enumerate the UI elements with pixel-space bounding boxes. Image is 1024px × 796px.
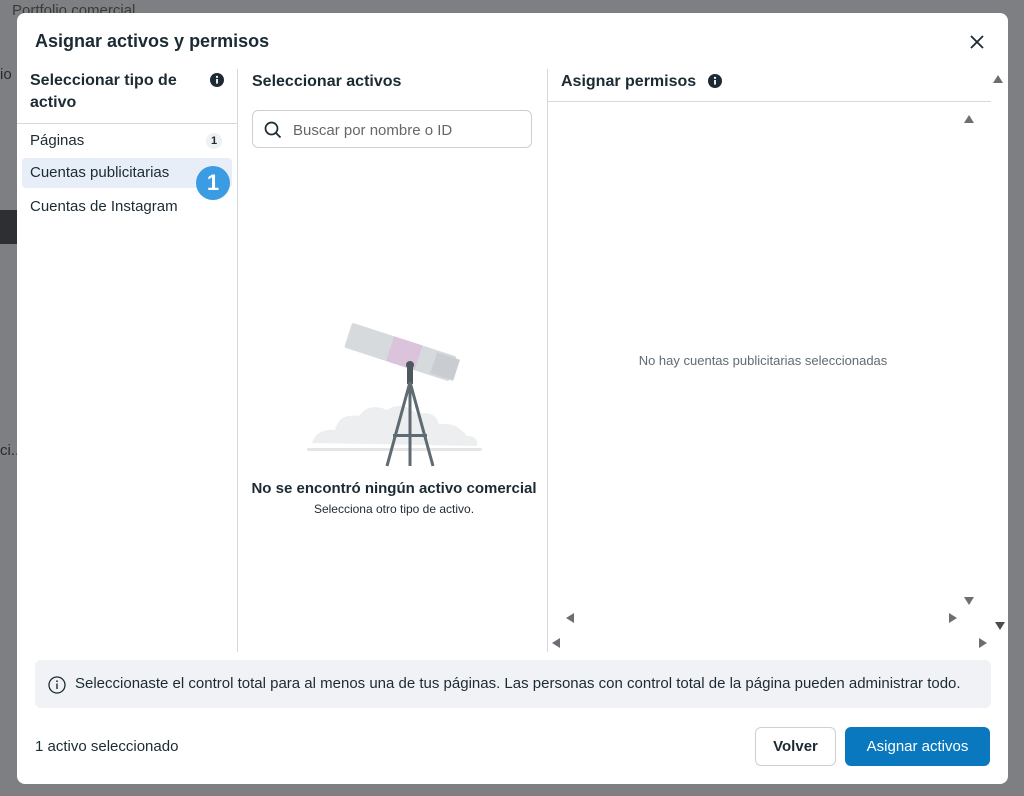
- info-icon[interactable]: [210, 73, 224, 87]
- permissions-empty-text: No hay cuentas publicitarias seleccionad…: [638, 353, 888, 368]
- asset-type-header: Seleccionar tipo de activo: [30, 72, 177, 111]
- header-divider: [548, 101, 991, 102]
- background-bar: [0, 210, 18, 244]
- scroll-down-arrow[interactable]: [964, 597, 974, 605]
- scroll-left-arrow[interactable]: [566, 613, 574, 623]
- assign-assets-button[interactable]: Asignar activos: [845, 727, 990, 766]
- telescope-illustration: [307, 323, 482, 467]
- asset-type-label: Cuentas publicitarias: [30, 164, 170, 181]
- search-icon: [264, 121, 282, 139]
- scroll-up-arrow[interactable]: [993, 75, 1003, 83]
- full-control-notice: Seleccionaste el control total para al m…: [35, 660, 991, 708]
- close-icon: [970, 35, 984, 49]
- background-fragment: io: [0, 66, 12, 83]
- dialog-title: Asignar activos y permisos: [35, 31, 270, 51]
- notice-text: Seleccionaste el control total para al m…: [75, 675, 961, 692]
- count-badge: 1: [206, 133, 222, 149]
- select-assets-header: Seleccionar activos: [252, 73, 402, 90]
- search-input[interactable]: [291, 117, 525, 143]
- empty-state-title: No se encontró ningún activo comercial: [251, 480, 537, 497]
- page-scroll-down-arrow[interactable]: [995, 622, 1005, 630]
- info-outline-icon: [48, 676, 66, 694]
- asset-type-label: Cuentas de Instagram: [30, 198, 178, 215]
- column-divider: [237, 69, 238, 652]
- scroll-left-arrow[interactable]: [552, 638, 560, 648]
- empty-state-subtitle: Selecciona otro tipo de activo.: [313, 502, 475, 516]
- close-button[interactable]: [966, 31, 988, 53]
- assign-assets-dialog: Asignar activos y permisos Seleccionar t…: [17, 13, 1008, 784]
- asset-search-box[interactable]: [252, 110, 532, 148]
- asset-type-pages[interactable]: Páginas 1: [22, 126, 232, 156]
- scroll-up-arrow[interactable]: [964, 115, 974, 123]
- info-icon[interactable]: [708, 74, 722, 88]
- back-button[interactable]: Volver: [755, 727, 836, 766]
- selected-count: 1 activo seleccionado: [35, 738, 179, 755]
- asset-type-label: Páginas: [30, 132, 85, 149]
- assign-permissions-header: Asignar permisos: [561, 73, 697, 90]
- header-divider: [17, 123, 237, 124]
- asset-type-instagram-accounts[interactable]: Cuentas de Instagram: [22, 192, 232, 222]
- scroll-right-arrow[interactable]: [979, 638, 987, 648]
- scroll-right-arrow[interactable]: [949, 613, 957, 623]
